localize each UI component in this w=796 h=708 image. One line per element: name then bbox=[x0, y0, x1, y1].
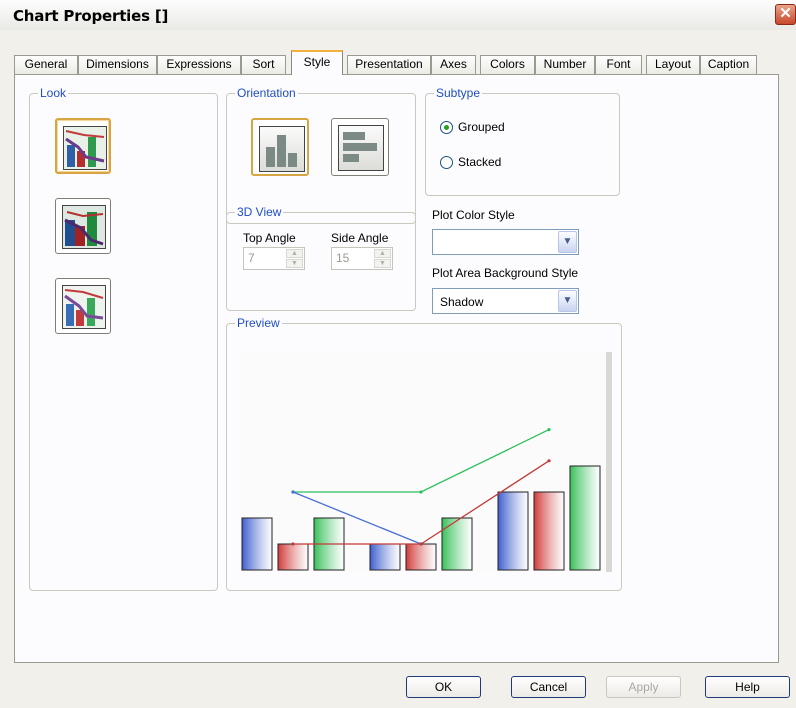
vertical-orientation-button[interactable] bbox=[251, 118, 309, 176]
plot-area-bg-style-label: Plot Area Background Style bbox=[432, 266, 579, 280]
cancel-button[interactable]: Cancel bbox=[511, 676, 586, 698]
spin-up-icon[interactable]: ▲ bbox=[286, 249, 303, 258]
radio-selected-icon bbox=[440, 121, 453, 134]
horizontal-bar-icon bbox=[338, 125, 384, 171]
preview-bar-blue bbox=[497, 491, 529, 571]
plot-color-style-select[interactable]: ▼ bbox=[432, 229, 579, 255]
3d-view-legend: 3D View bbox=[235, 205, 284, 219]
look-legend: Look bbox=[38, 86, 69, 100]
spin-up-icon[interactable]: ▲ bbox=[374, 249, 391, 258]
chevron-down-icon[interactable]: ▼ bbox=[558, 231, 577, 253]
preview-chart bbox=[240, 352, 612, 572]
plot-area-bg-style-select[interactable]: Shadow ▼ bbox=[432, 288, 579, 314]
orientation-legend: Orientation bbox=[235, 86, 298, 100]
close-button[interactable]: ✕ bbox=[775, 4, 796, 25]
preview-line-point bbox=[547, 459, 551, 463]
stacked-label: Stacked bbox=[458, 155, 502, 169]
chevron-down-icon[interactable]: ▼ bbox=[558, 290, 577, 312]
tab-sort[interactable]: Sort bbox=[241, 55, 286, 74]
tab-caption[interactable]: Caption bbox=[700, 55, 757, 74]
horizontal-orientation-button[interactable] bbox=[331, 118, 389, 176]
grouped-label: Grouped bbox=[458, 120, 505, 134]
preview-bar-green bbox=[569, 465, 601, 571]
side-angle-spinner[interactable]: 15 ▲ ▼ bbox=[331, 247, 393, 270]
tab-presentation[interactable]: Presentation bbox=[347, 55, 431, 74]
tab-number[interactable]: Number bbox=[535, 55, 595, 74]
preview-line-point bbox=[547, 428, 551, 432]
look-option-1[interactable] bbox=[55, 118, 111, 174]
look-style-1-icon bbox=[63, 126, 107, 170]
window-title: Chart Properties [] bbox=[13, 7, 169, 25]
tab-expressions[interactable]: Expressions bbox=[157, 55, 241, 74]
look-option-2[interactable] bbox=[55, 198, 111, 254]
radio-empty-icon bbox=[440, 156, 453, 169]
side-angle-value: 15 bbox=[336, 251, 350, 265]
apply-button[interactable]: Apply bbox=[606, 676, 681, 698]
tab-font[interactable]: Font bbox=[595, 55, 642, 74]
tab-axes[interactable]: Axes bbox=[431, 55, 476, 74]
subtype-group: Subtype bbox=[425, 86, 620, 196]
preview-line-point bbox=[419, 490, 423, 494]
side-angle-label: Side Angle bbox=[331, 231, 389, 245]
dialog-body: General Dimensions Expressions Sort Styl… bbox=[0, 30, 796, 708]
tab-dimensions[interactable]: Dimensions bbox=[78, 55, 157, 74]
tab-colors[interactable]: Colors bbox=[480, 55, 535, 74]
preview-shadow bbox=[606, 352, 612, 572]
look-option-3[interactable] bbox=[55, 278, 111, 334]
preview-bar-red bbox=[277, 543, 309, 571]
look-style-3-icon bbox=[62, 285, 106, 329]
preview-bar-blue bbox=[369, 543, 401, 571]
help-button[interactable]: Help bbox=[705, 676, 790, 698]
preview-bar-green bbox=[441, 517, 473, 571]
tab-general[interactable]: General bbox=[14, 55, 78, 74]
close-icon: ✕ bbox=[779, 5, 792, 22]
preview-bar-red bbox=[405, 543, 437, 571]
top-angle-spinner[interactable]: 7 ▲ ▼ bbox=[243, 247, 305, 270]
preview-line-point bbox=[419, 542, 423, 546]
plot-color-style-label: Plot Color Style bbox=[432, 208, 515, 222]
spin-down-icon[interactable]: ▼ bbox=[286, 259, 303, 268]
top-angle-value: 7 bbox=[248, 251, 255, 265]
spin-down-icon[interactable]: ▼ bbox=[374, 259, 391, 268]
top-angle-label: Top Angle bbox=[243, 231, 296, 245]
preview-line-point bbox=[291, 542, 295, 546]
preview-bar-red bbox=[533, 491, 565, 571]
ok-button[interactable]: OK bbox=[406, 676, 481, 698]
title-bar: Chart Properties [] ✕ bbox=[0, 0, 796, 31]
plot-area-bg-style-value: Shadow bbox=[440, 295, 484, 309]
look-style-2-icon bbox=[62, 205, 106, 249]
tab-style[interactable]: Style bbox=[291, 50, 343, 75]
preview-line-point bbox=[291, 490, 295, 494]
preview-bar-blue bbox=[241, 517, 273, 571]
vertical-bar-icon bbox=[259, 126, 305, 172]
tab-layout[interactable]: Layout bbox=[646, 55, 700, 74]
subtype-legend: Subtype bbox=[434, 86, 483, 100]
